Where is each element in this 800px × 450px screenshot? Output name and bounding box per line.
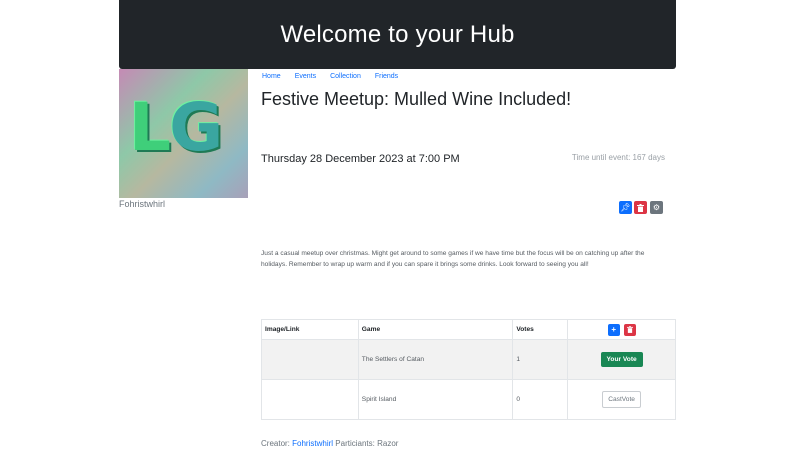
your-vote-button[interactable]: Your Vote: [600, 352, 643, 367]
game-image-cell: [261, 379, 359, 420]
participants-value: Razor: [377, 439, 399, 448]
table-actions-header: +: [567, 319, 676, 340]
app-header: Welcome to your Hub: [119, 0, 676, 69]
profile-username: Fohristwhirl: [119, 199, 166, 209]
cast-vote-button[interactable]: CastVote: [602, 391, 641, 408]
column-header-votes: Votes: [512, 319, 569, 340]
nav-home-link[interactable]: Home: [262, 73, 281, 80]
game-name-cell: The Settlers of Catan: [357, 339, 514, 380]
trash-icon: [626, 326, 633, 333]
creator-link[interactable]: Fohristwhirl: [292, 439, 333, 448]
nav-friends-link[interactable]: Friends: [375, 73, 398, 80]
column-header-game: Game: [357, 319, 514, 340]
plus-icon: +: [611, 325, 616, 334]
main-nav: Home Events Collection Friends: [262, 73, 412, 80]
column-header-image: Image/Link: [261, 319, 359, 340]
gear-icon: ⚙: [652, 202, 661, 212]
settings-button[interactable]: ⚙: [650, 201, 663, 214]
game-image-cell: [261, 339, 359, 380]
game-action-cell: CastVote: [567, 379, 676, 420]
game-name-cell: Spirit Island: [357, 379, 514, 420]
table-row: The Settlers of Catan 1 Your Vote: [261, 339, 676, 380]
pin-icon: 📌︎: [620, 202, 631, 212]
event-description: Just a casual meetup over christmas. Mig…: [261, 250, 645, 268]
avatar: LG: [119, 69, 248, 198]
games-table: Image/Link Game Votes + The Settlers of …: [261, 319, 676, 420]
trash-icon: [637, 203, 644, 212]
game-action-cell: Your Vote: [567, 339, 676, 380]
table-row: Spirit Island 0 CastVote: [261, 379, 676, 420]
pin-button[interactable]: 📌︎: [619, 201, 632, 214]
add-game-button[interactable]: +: [607, 323, 620, 336]
participants-label: Particiants:: [335, 439, 375, 448]
delete-game-button[interactable]: [623, 323, 636, 336]
avatar-logo: LG: [129, 89, 223, 166]
game-votes-cell: 0: [512, 379, 569, 420]
nav-events-link[interactable]: Events: [295, 73, 316, 80]
event-footer: Creator: Fohristwhirl Particiants: Razor: [261, 439, 398, 448]
creator-label: Creator:: [261, 439, 290, 448]
table-header-row: Image/Link Game Votes +: [261, 319, 676, 340]
event-title: Festive Meetup: Mulled Wine Included!: [261, 89, 572, 109]
page-title: Welcome to your Hub: [280, 20, 515, 48]
delete-event-button[interactable]: [634, 201, 647, 214]
game-votes-cell: 1: [512, 339, 569, 380]
event-date: Thursday 28 December 2023 at 7:00 PM: [261, 153, 460, 165]
nav-collection-link[interactable]: Collection: [330, 73, 361, 80]
event-countdown: Time until event: 167 days: [571, 153, 665, 162]
